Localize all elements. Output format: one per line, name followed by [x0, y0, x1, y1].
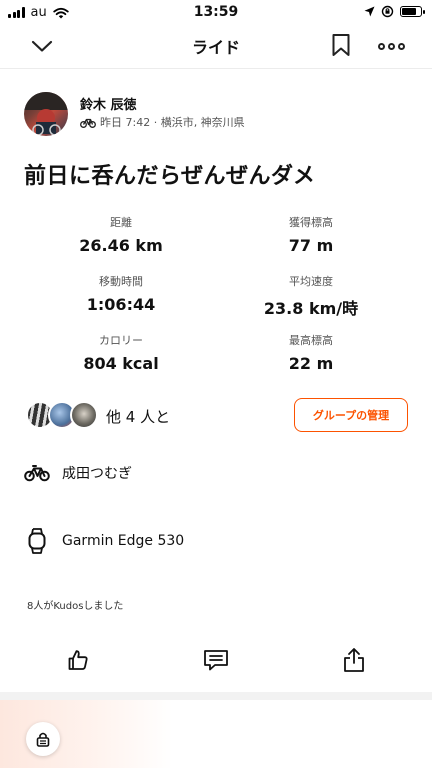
stat-label: 平均速度	[289, 275, 333, 288]
stat-label: 移動時間	[99, 275, 143, 288]
athlete-name[interactable]: 鈴木 辰徳	[80, 94, 137, 113]
group-avatar	[70, 401, 98, 429]
share-icon	[344, 648, 364, 672]
stat-label: 距離	[110, 216, 132, 229]
activity-meta-text: 昨日 7:42 · 横浜市, 神奈川県	[100, 116, 245, 129]
stat-value: 77 m	[288, 236, 334, 255]
avatar[interactable]	[24, 92, 68, 136]
orientation-lock-icon	[381, 5, 394, 18]
manage-group-button[interactable]: グループの管理	[294, 398, 408, 432]
chevron-down-icon	[31, 40, 53, 52]
watch-icon	[28, 528, 46, 554]
next-card	[0, 700, 432, 768]
kudos-count[interactable]: 8人がKudosしました	[27, 597, 123, 612]
action-bar	[0, 636, 432, 680]
bike-icon	[80, 118, 96, 128]
stat-elevation-gain: 獲得標高 77 m	[216, 214, 406, 255]
stat-value: 1:06:44	[86, 295, 156, 314]
athlete-header: 鈴木 辰徳 昨日 7:42 · 横浜市, 神奈川県	[24, 92, 408, 136]
bookmark-button[interactable]	[328, 31, 354, 59]
bike-icon-wrap	[24, 464, 50, 482]
group-label: 他 4 人と	[106, 408, 171, 426]
watch-icon-wrap	[24, 528, 50, 554]
bike-icon	[24, 465, 50, 482]
stat-value: 804 kcal	[83, 354, 159, 373]
comment-icon	[204, 650, 228, 671]
section-separator	[0, 692, 432, 700]
battery-level	[402, 8, 416, 15]
stat-distance: 距離 26.46 km	[26, 214, 216, 255]
bike-name: 成田つむぎ	[62, 466, 132, 482]
activity-title: 前日に呑んだらぜんぜんダメ	[24, 164, 316, 189]
battery-icon	[400, 6, 425, 17]
back-button[interactable]	[28, 34, 56, 58]
nav-bar: ライド	[0, 26, 432, 66]
group-row: 他 4 人と グループの管理	[26, 398, 408, 432]
stat-max-elevation: 最高標高 22 m	[216, 332, 406, 373]
stat-value: 22 m	[288, 354, 334, 373]
more-icon	[377, 42, 385, 50]
lock-icon	[36, 732, 50, 747]
thumbs-up-icon	[68, 650, 88, 670]
activity-meta: 昨日 7:42 · 横浜市, 神奈川県	[80, 114, 245, 130]
device-row: Garmin Edge 530	[24, 526, 408, 556]
kudos-button[interactable]	[56, 640, 100, 680]
location-arrow-icon	[364, 6, 375, 17]
more-icon-dot	[397, 42, 405, 50]
more-button[interactable]	[376, 34, 406, 58]
device-name: Garmin Edge 530	[62, 533, 185, 549]
bike-row[interactable]: 成田つむぎ	[24, 458, 408, 488]
stat-value: 23.8 km/時	[263, 299, 359, 318]
stat-avg-speed: 平均速度 23.8 km/時	[216, 273, 406, 319]
page-title: ライド	[191, 38, 240, 57]
status-right	[364, 5, 425, 18]
stat-calories: カロリー 804 kcal	[26, 332, 216, 373]
avatar-photo	[24, 92, 68, 136]
bookmark-icon	[332, 34, 350, 56]
stat-moving-time: 移動時間 1:06:44	[26, 273, 216, 314]
share-button[interactable]	[332, 640, 376, 680]
header-divider	[0, 68, 432, 69]
stat-label: 獲得標高	[289, 216, 333, 229]
status-bar: au 13:59	[0, 0, 432, 24]
stat-label: カロリー	[99, 334, 143, 347]
lock-button[interactable]	[26, 722, 60, 756]
stat-value: 26.46 km	[79, 236, 163, 255]
more-icon-dot	[387, 42, 395, 50]
stat-label: 最高標高	[289, 334, 333, 347]
comment-button[interactable]	[194, 640, 238, 680]
